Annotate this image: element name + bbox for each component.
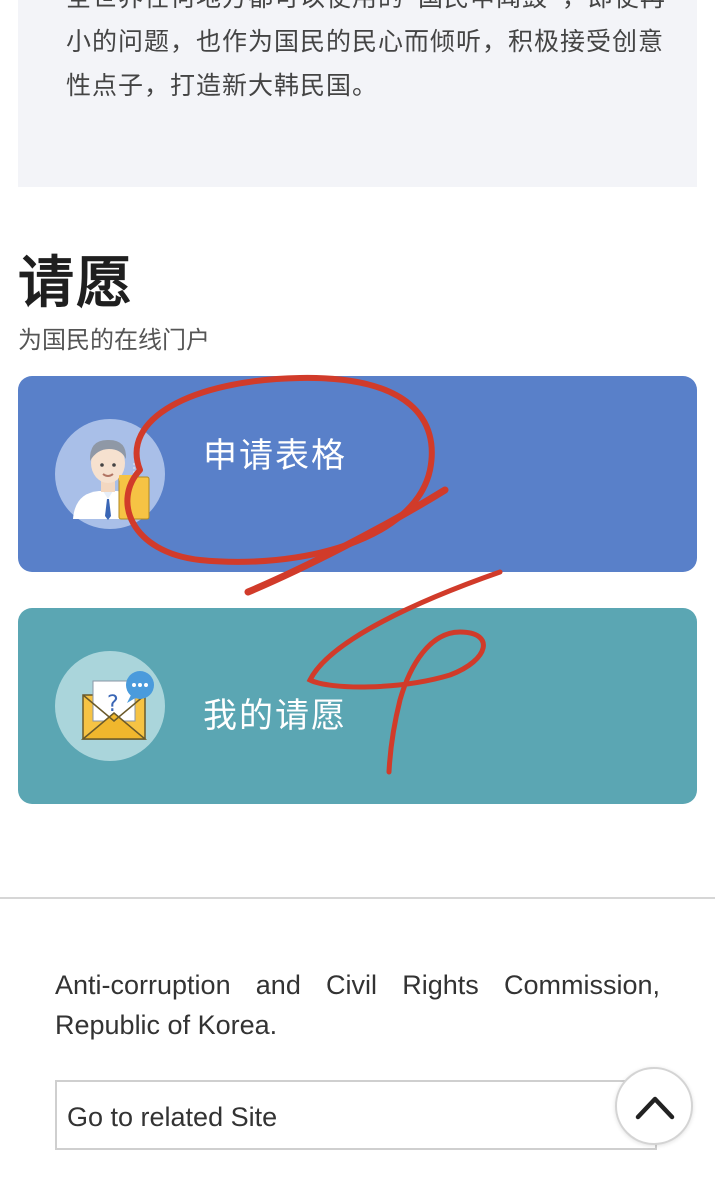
intro-box: 全世界任何地方都可以使用的“国民申闻鼓”，即使再小的问题，也作为国民的民心而倾听… [18, 0, 697, 187]
applicant-form-icon [55, 419, 165, 529]
intro-text: 全世界任何地方都可以使用的“国民申闻鼓”，即使再小的问题，也作为国民的民心而倾听… [66, 0, 665, 100]
section-title: 请愿 [18, 251, 134, 316]
scroll-to-top-button[interactable] [615, 1067, 693, 1145]
my-petition-card[interactable]: ? 我的请愿 [18, 608, 697, 804]
related-site-label: Go to related Site [67, 1102, 278, 1132]
chevron-up-icon [635, 1096, 675, 1120]
section-subtitle: 为国民的在线门户 [18, 326, 210, 354]
related-site-select[interactable]: Go to related Site [55, 1080, 657, 1150]
apply-form-card[interactable]: 申请表格 [18, 376, 697, 572]
apply-form-label: 申请表格 [203, 436, 347, 476]
footer-divider [0, 897, 715, 899]
my-petition-label: 我的请愿 [203, 696, 347, 736]
footer-organization: Anti-corruption and Civil Rights Commiss… [55, 970, 660, 1040]
mail-question-icon: ? [55, 651, 165, 761]
